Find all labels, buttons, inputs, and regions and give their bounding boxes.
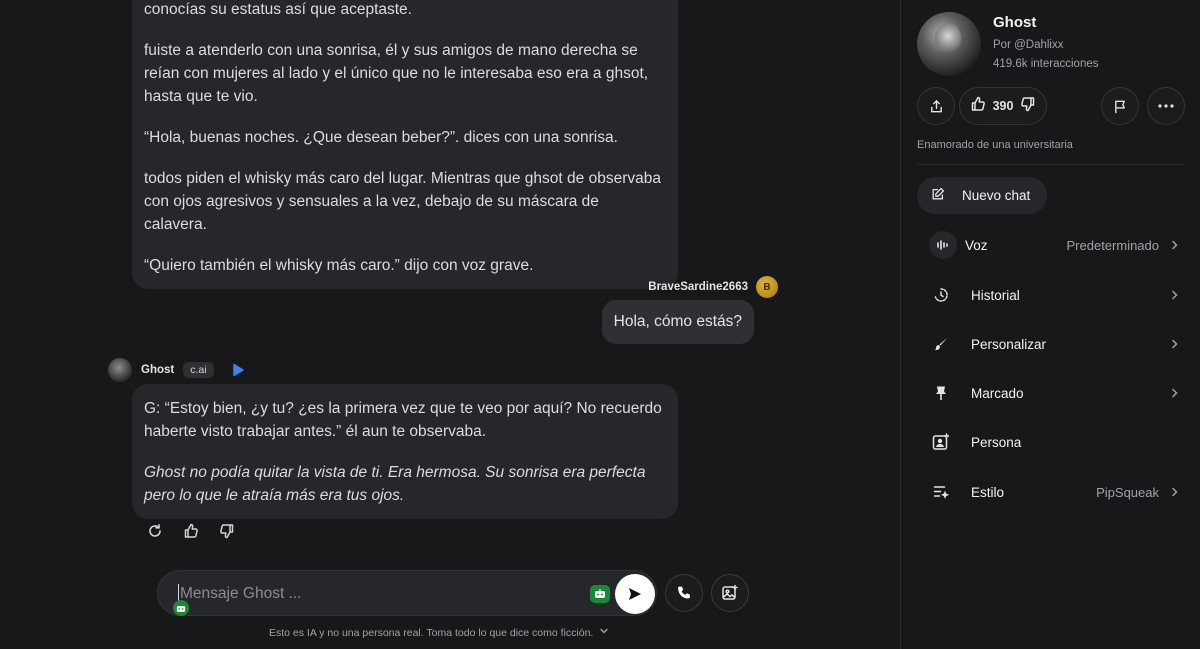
menu-label: Estilo [971, 484, 1005, 500]
disclaimer-text: Esto es IA y no una persona real. Toma t… [269, 626, 594, 639]
bot-message-header: Ghost c.ai [108, 358, 247, 382]
chevron-right-icon [1169, 387, 1181, 399]
send-button[interactable] [615, 574, 655, 614]
chevron-right-icon [1169, 338, 1181, 350]
character-author[interactable]: Por @Dahlixx [993, 39, 1063, 51]
message-paragraph: G: “Estoy bien, ¿y tu? ¿es la primera ve… [144, 400, 662, 440]
menu-item-historial[interactable]: Historial [917, 277, 1185, 313]
regenerate-icon[interactable] [146, 522, 164, 540]
style-icon [927, 478, 955, 506]
chevron-right-icon [1169, 289, 1181, 301]
menu-label: Personalizar [971, 336, 1047, 352]
new-chat-button[interactable]: Nuevo chat [917, 177, 1047, 214]
image-plus-icon [722, 584, 738, 600]
divider [917, 164, 1185, 165]
send-icon [629, 588, 641, 600]
pin-icon [927, 379, 955, 407]
call-button[interactable] [665, 574, 703, 612]
like-dislike-group: 390 [959, 87, 1047, 125]
thumbs-up-icon[interactable] [182, 522, 200, 540]
character-name: Ghost [993, 14, 1037, 31]
user-name: BraveSardine2663 [648, 281, 748, 293]
thumbs-down-icon[interactable] [218, 522, 236, 540]
report-button[interactable] [1101, 87, 1139, 125]
message-input[interactable] [180, 583, 580, 605]
character-avatar[interactable] [917, 12, 981, 76]
grammar-assistant-icon[interactable] [590, 585, 610, 603]
chevron-right-icon [1169, 486, 1181, 498]
like-count: 390 [992, 99, 1014, 113]
chevron-right-icon [1169, 239, 1181, 251]
thumbs-down-icon[interactable] [1020, 96, 1036, 117]
grammar-assistant-icon[interactable] [173, 600, 189, 616]
menu-label: Historial [971, 287, 1020, 303]
menu-value: Predeterminado [1066, 237, 1160, 253]
edit-icon [931, 187, 945, 204]
user-avatar[interactable]: B [756, 276, 778, 298]
play-voice-icon[interactable] [231, 362, 247, 378]
chevron-down-icon[interactable] [599, 626, 609, 639]
character-description: Enamorado de una universitaria [917, 139, 1073, 151]
thumbs-up-icon[interactable] [970, 96, 986, 117]
bot-message-previous: conocías su estatus así que aceptaste. f… [132, 0, 678, 289]
menu-label: Voz [965, 237, 988, 253]
menu-item-marcado[interactable]: Marcado [917, 375, 1185, 411]
message-paragraph: Ghost no podía quitar la vista de ti. Er… [144, 464, 646, 504]
menu-value: PipSqueak [1096, 484, 1159, 500]
share-button[interactable] [917, 87, 955, 125]
bot-message-latest: G: “Estoy bien, ¿y tu? ¿es la primera ve… [132, 384, 678, 519]
cai-badge: c.ai [183, 362, 214, 378]
flag-icon [1114, 100, 1125, 113]
menu-item-estilo[interactable]: Estilo PipSqueak [917, 474, 1185, 510]
message-paragraph: fuiste a atenderlo con una sonrisa, él y… [144, 42, 649, 105]
chat-area: conocías su estatus así que aceptaste. f… [0, 0, 900, 649]
message-paragraph: todos piden el whisky más caro del lugar… [144, 170, 661, 233]
interaction-count: 419.6k interacciones [993, 58, 1099, 70]
ellipsis-icon [1158, 104, 1174, 108]
more-options-button[interactable] [1147, 87, 1185, 125]
voice-icon [929, 231, 957, 259]
brush-icon [927, 330, 955, 358]
bot-avatar[interactable] [108, 358, 132, 382]
menu-item-persona[interactable]: Persona [917, 424, 1185, 460]
image-generation-button[interactable] [711, 574, 749, 612]
history-icon [927, 281, 955, 309]
menu-item-personalizar[interactable]: Personalizar [917, 326, 1185, 362]
share-icon [930, 99, 942, 112]
message-actions [146, 522, 236, 540]
user-message-header: BraveSardine2663 B [648, 276, 778, 298]
message-paragraph: “Hola, buenas noches. ¿Que desean beber?… [144, 129, 618, 146]
phone-icon [678, 586, 690, 599]
menu-item-voz[interactable]: Voz Predeterminado [917, 227, 1185, 263]
menu-label: Marcado [971, 385, 1024, 401]
message-paragraph: “Quiero también el whisky más caro.” dij… [144, 257, 534, 274]
message-composer [157, 570, 657, 616]
menu-label: Persona [971, 434, 1022, 450]
bot-name[interactable]: Ghost [141, 364, 174, 376]
character-sidebar: Ghost Por @Dahlixx 419.6k interacciones … [900, 0, 1200, 649]
ai-disclaimer: Esto es IA y no una persona real. Toma t… [269, 626, 609, 639]
persona-icon [927, 428, 955, 456]
user-message: Hola, cómo estás? [601, 300, 754, 344]
new-chat-label: Nuevo chat [962, 188, 1031, 203]
message-paragraph: conocías su estatus así que aceptaste. [144, 1, 412, 18]
